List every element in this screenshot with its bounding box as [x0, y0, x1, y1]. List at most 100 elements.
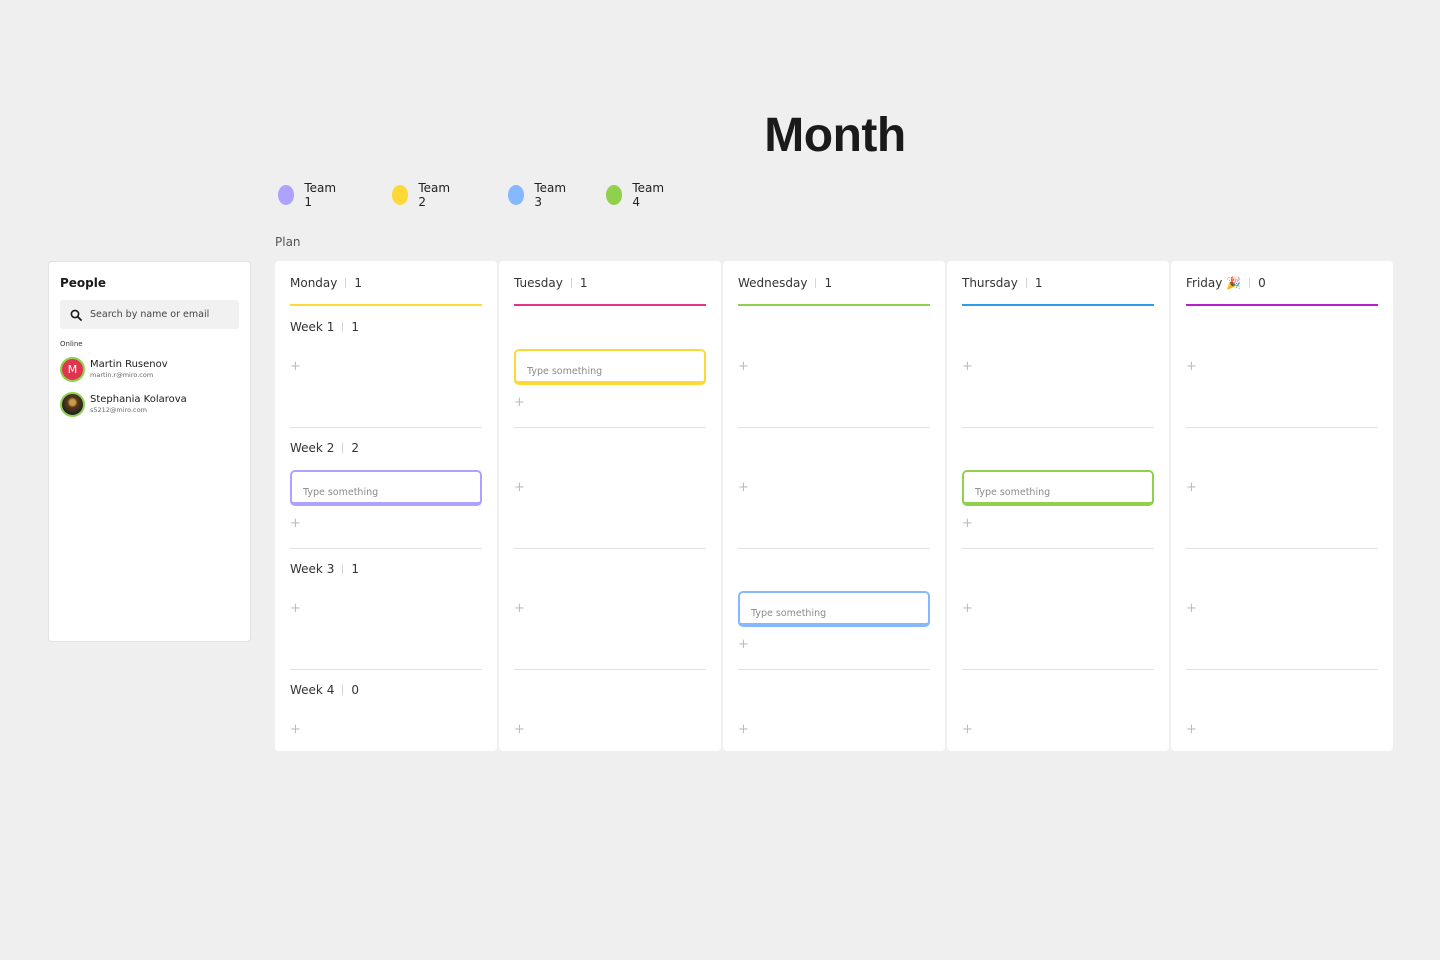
week-divider [514, 669, 706, 670]
add-card-button[interactable]: + [514, 481, 525, 494]
search-box[interactable] [60, 300, 239, 329]
add-card-button[interactable]: + [514, 602, 525, 615]
week-divider [514, 427, 706, 428]
day-header: Tuesday 1 [514, 276, 587, 290]
separator [342, 564, 344, 574]
legend-item-team-1: Team 1 [278, 181, 340, 209]
add-card-button[interactable]: + [1186, 602, 1197, 615]
card-input[interactable] [527, 366, 693, 377]
separator [815, 278, 817, 288]
task-card[interactable] [738, 591, 930, 627]
task-card[interactable] [962, 470, 1154, 506]
separator [345, 278, 347, 288]
card-input[interactable] [303, 487, 469, 498]
day-name: Friday 🎉 [1186, 276, 1242, 290]
day-count: 1 [824, 276, 833, 290]
add-card-button[interactable]: + [738, 360, 749, 373]
separator [342, 685, 344, 695]
add-card-button[interactable]: + [290, 360, 301, 373]
task-card[interactable] [290, 470, 482, 506]
column-thursday: Thursday 1 + + + + [947, 261, 1169, 751]
week-divider [962, 548, 1154, 549]
day-color-line [1186, 304, 1378, 306]
week-divider [290, 548, 482, 549]
person-name: Martin Rusenov [90, 359, 168, 370]
day-name: Monday [290, 276, 338, 290]
week-divider [1186, 427, 1378, 428]
week-divider [738, 548, 930, 549]
separator [570, 278, 572, 288]
avatar [60, 392, 85, 417]
week-name: Week 2 [290, 441, 335, 455]
add-card-button[interactable]: + [290, 602, 301, 615]
add-card-button[interactable]: + [1186, 360, 1197, 373]
people-panel: People Online M Martin Rusenov martin.r@… [48, 261, 251, 642]
person-martin-rusenov[interactable]: M Martin Rusenov martin.r@miro.com [60, 357, 168, 382]
legend-item-team-3: Team 3 [508, 181, 570, 209]
week-header: Week 1 1 [290, 320, 359, 334]
week-divider [1186, 548, 1378, 549]
add-card-button[interactable]: + [514, 396, 525, 409]
column-wednesday: Wednesday 1 + + + + [723, 261, 945, 751]
day-header: Wednesday 1 [738, 276, 832, 290]
week-count: 1 [351, 320, 359, 334]
card-input[interactable] [975, 487, 1141, 498]
day-header: Thursday 1 [962, 276, 1042, 290]
add-card-button[interactable]: + [738, 638, 749, 651]
week-header: Week 2 2 [290, 441, 359, 455]
person-stephania-kolarova[interactable]: Stephania Kolarova s5212@miro.com [60, 392, 187, 417]
day-count: 0 [1258, 276, 1266, 290]
column-friday: Friday 🎉 0 + + + + [1171, 261, 1393, 751]
add-card-button[interactable]: + [290, 517, 301, 530]
week-count: 2 [351, 441, 359, 455]
add-card-button[interactable]: + [962, 517, 973, 530]
card-input[interactable] [751, 608, 917, 619]
day-header: Monday 1 [290, 276, 362, 290]
avatar: M [60, 357, 85, 382]
column-tuesday: Tuesday 1 + + + + [499, 261, 721, 751]
person-name: Stephania Kolarova [90, 394, 187, 405]
week-count: 0 [351, 683, 359, 697]
online-label: Online [60, 340, 83, 348]
day-color-line [738, 304, 930, 306]
day-count: 1 [354, 276, 363, 290]
column-monday: Monday 1 Week 1 1 + Week 2 2 + Week 3 1 + We… [275, 261, 497, 751]
day-count: 1 [1034, 276, 1043, 290]
task-card[interactable] [514, 349, 706, 385]
week-count: 1 [351, 562, 359, 576]
page-title: Month [764, 109, 906, 162]
team-1-dot-icon [278, 185, 295, 205]
day-count: 1 [579, 276, 588, 290]
add-card-button[interactable]: + [738, 481, 749, 494]
week-name: Week 3 [290, 562, 335, 576]
add-card-button[interactable]: + [514, 723, 525, 736]
day-name: Tuesday [514, 276, 563, 290]
week-divider [514, 548, 706, 549]
legend-item-team-4: Team 4 [606, 181, 668, 209]
team-4-dot-icon [606, 185, 623, 205]
add-card-button[interactable]: + [1186, 481, 1197, 494]
week-divider [962, 427, 1154, 428]
separator [1249, 278, 1251, 288]
add-card-button[interactable]: + [962, 723, 973, 736]
separator [1025, 278, 1027, 288]
add-card-button[interactable]: + [290, 723, 301, 736]
add-card-button[interactable]: + [1186, 723, 1197, 736]
week-name: Week 4 [290, 683, 335, 697]
add-card-button[interactable]: + [962, 602, 973, 615]
month-board: Monday 1 Week 1 1 + Week 2 2 + Week 3 1 + We… [275, 261, 1393, 751]
week-divider [738, 669, 930, 670]
legend-label: Team 4 [632, 181, 665, 209]
add-card-button[interactable]: + [738, 723, 749, 736]
person-email: martin.r@miro.com [90, 371, 154, 379]
plan-label: Plan [275, 235, 301, 249]
add-card-button[interactable]: + [962, 360, 973, 373]
day-color-line [962, 304, 1154, 306]
search-input[interactable] [90, 309, 230, 320]
legend-label: Team 3 [534, 181, 567, 209]
week-divider [738, 427, 930, 428]
week-divider [290, 669, 482, 670]
people-title: People [60, 276, 107, 290]
separator [342, 322, 344, 332]
week-header: Week 3 1 [290, 562, 359, 576]
